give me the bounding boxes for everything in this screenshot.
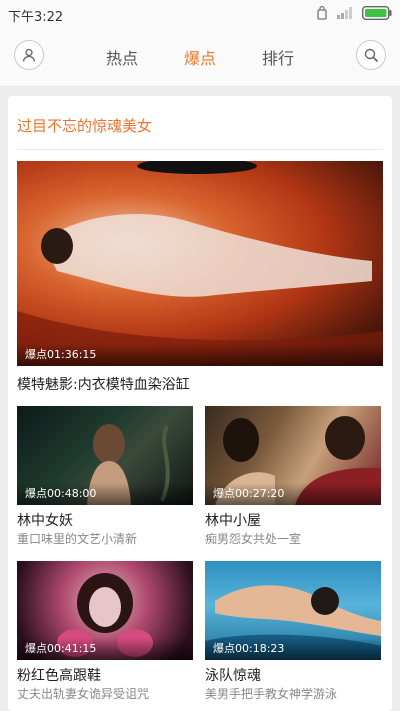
video-timestamp: 爆点00:41:15 [17,638,193,660]
section-title: 过目不忘的惊魂美女 [17,117,153,135]
alarm-icon [317,6,327,20]
featured-video-thumbnail[interactable]: 爆点01:36:15 [17,161,383,366]
video-section-card: 过目不忘的惊魂美女 爆点01:36:15 模特魅影:内衣模特血染浴缸 爆点00:… [8,96,392,711]
video-subtitle: 重口味里的文艺小清新 [17,532,138,546]
status-icons [316,6,392,20]
search-button[interactable] [356,40,386,70]
video-title[interactable]: 林中女妖 [17,510,73,530]
video-thumbnail[interactable]: 爆点00:18:23 [205,561,381,660]
video-timestamp: 爆点00:18:23 [205,638,381,660]
featured-thumbnail-art [17,161,383,366]
category-tabs: 热点 爆点 排行 [0,28,400,86]
tab-highlights[interactable]: 爆点 [184,45,216,69]
video-timestamp: 爆点00:27:20 [205,483,381,505]
video-title[interactable]: 粉红色高跟鞋 [17,665,101,685]
video-subtitle: 痴男怨女共处一室 [205,532,302,546]
top-nav-bar: 热点 爆点 排行 [0,28,400,87]
video-subtitle: 美男手把手教女神学游泳 [205,687,338,701]
tab-ranking[interactable]: 排行 [262,45,294,69]
search-icon [364,48,378,62]
tab-hot[interactable]: 热点 [106,45,138,69]
status-time: 下午3:22 [8,10,64,25]
video-title[interactable]: 泳队惊魂 [205,665,261,685]
battery-icon [362,6,392,20]
signal-icon [337,7,352,19]
video-thumbnail[interactable]: 爆点00:41:15 [17,561,193,660]
video-subtitle: 丈夫出轨妻女诡异受诅咒 [17,687,150,701]
section-divider [17,149,383,150]
video-thumbnail[interactable]: 爆点00:48:00 [17,406,193,505]
featured-video-title[interactable]: 模特魅影:内衣模特血染浴缸 [17,374,190,394]
video-timestamp: 爆点00:48:00 [17,483,193,505]
status-bar: 下午3:22 [0,0,400,28]
video-title[interactable]: 林中小屋 [205,510,261,530]
featured-video-timestamp: 爆点01:36:15 [17,344,383,366]
video-thumbnail[interactable]: 爆点00:27:20 [205,406,381,505]
